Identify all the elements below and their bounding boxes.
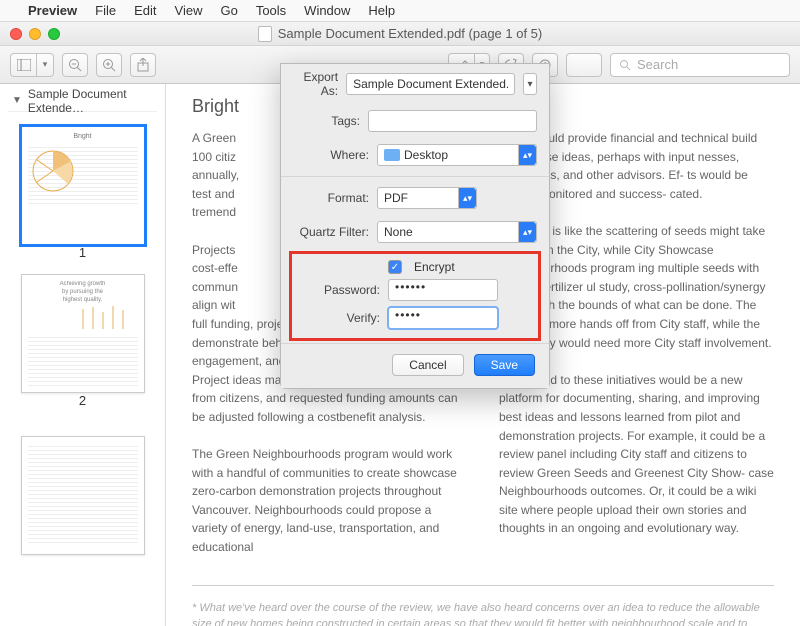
export-as-label: Export As: bbox=[293, 70, 338, 98]
updown-chevron-icon: ▴▾ bbox=[518, 145, 536, 165]
menu-help[interactable]: Help bbox=[368, 3, 395, 18]
thumbnail-page-3[interactable] bbox=[21, 436, 145, 555]
export-filename-field[interactable] bbox=[346, 73, 515, 95]
menu-edit[interactable]: Edit bbox=[134, 3, 156, 18]
cancel-button[interactable]: Cancel bbox=[392, 354, 463, 376]
sidebar-header[interactable]: ▼ Sample Document Extende… bbox=[8, 90, 157, 112]
titlebar: Sample Document Extended.pdf (page 1 of … bbox=[0, 22, 800, 46]
password-label: Password: bbox=[304, 283, 380, 297]
footnote: * What we've heard over the course of th… bbox=[192, 585, 774, 626]
thumbnail-page-2[interactable]: Achieving growthby pursuing thehighest q… bbox=[21, 274, 145, 393]
updown-chevron-icon: ▴▾ bbox=[518, 222, 536, 242]
share-button[interactable] bbox=[130, 53, 156, 77]
view-mode-sidebar-button[interactable] bbox=[10, 53, 36, 77]
save-button[interactable]: Save bbox=[474, 354, 535, 376]
search-icon bbox=[619, 59, 631, 71]
thumbnail-page-1[interactable]: Bright bbox=[21, 126, 145, 245]
where-label: Where: bbox=[293, 148, 369, 162]
tags-label: Tags: bbox=[293, 114, 360, 128]
menu-view[interactable]: View bbox=[175, 3, 203, 18]
disclosure-triangle-icon[interactable]: ▼ bbox=[12, 95, 22, 106]
export-sheet: Export As: ▾ Tags: Where: Desktop ▴▾ For… bbox=[280, 63, 550, 389]
menu-tools[interactable]: Tools bbox=[256, 3, 286, 18]
where-popup[interactable]: Desktop ▴▾ bbox=[377, 144, 537, 166]
thumbnail-page-1-label: 1 bbox=[79, 245, 86, 260]
window-minimize-button[interactable] bbox=[29, 28, 41, 40]
sidebar-doc-title: Sample Document Extende… bbox=[28, 87, 157, 115]
menu-file[interactable]: File bbox=[95, 3, 116, 18]
markup-toggle-button[interactable] bbox=[566, 53, 602, 77]
window-title-text: Sample Document Extended.pdf (page 1 of … bbox=[278, 26, 543, 41]
zoom-in-button[interactable] bbox=[96, 53, 122, 77]
view-mode-dropdown-button[interactable]: ▾ bbox=[36, 53, 54, 77]
password-field[interactable]: •••••• bbox=[388, 279, 498, 301]
quartz-filter-popup[interactable]: None ▴▾ bbox=[377, 221, 537, 243]
tags-field[interactable] bbox=[368, 110, 537, 132]
search-field[interactable]: Search bbox=[610, 53, 790, 77]
menu-window[interactable]: Window bbox=[304, 3, 350, 18]
thumbnail-sidebar: ▼ Sample Document Extende… Bright 1 Achi… bbox=[0, 84, 166, 626]
quartz-filter-value: None bbox=[384, 225, 413, 239]
format-value: PDF bbox=[384, 191, 408, 205]
window-close-button[interactable] bbox=[10, 28, 22, 40]
verify-field[interactable]: ••••• bbox=[388, 307, 498, 329]
quartz-filter-label: Quartz Filter: bbox=[293, 225, 369, 239]
menubar: Preview File Edit View Go Tools Window H… bbox=[0, 0, 800, 22]
history-dropdown-button[interactable]: ▾ bbox=[523, 73, 537, 95]
thumbnail-page-2-label: 2 bbox=[8, 393, 157, 408]
menu-go[interactable]: Go bbox=[220, 3, 237, 18]
updown-chevron-icon: ▴▾ bbox=[458, 188, 476, 208]
verify-label: Verify: bbox=[304, 311, 380, 325]
app-menu[interactable]: Preview bbox=[28, 3, 77, 18]
window-zoom-button[interactable] bbox=[48, 28, 60, 40]
format-popup[interactable]: PDF ▴▾ bbox=[377, 187, 477, 209]
encrypt-checkbox[interactable]: ✓ bbox=[388, 260, 402, 274]
where-value: Desktop bbox=[404, 148, 448, 162]
encrypt-label: Encrypt bbox=[414, 260, 455, 274]
folder-icon bbox=[384, 149, 400, 161]
search-placeholder: Search bbox=[637, 57, 678, 72]
highlight-annotation: ✓ Encrypt Password: •••••• Verify: ••••• bbox=[289, 251, 541, 341]
format-label: Format: bbox=[293, 191, 369, 205]
zoom-out-button[interactable] bbox=[62, 53, 88, 77]
window-title: Sample Document Extended.pdf (page 1 of … bbox=[258, 26, 543, 42]
document-proxy-icon[interactable] bbox=[258, 26, 272, 42]
